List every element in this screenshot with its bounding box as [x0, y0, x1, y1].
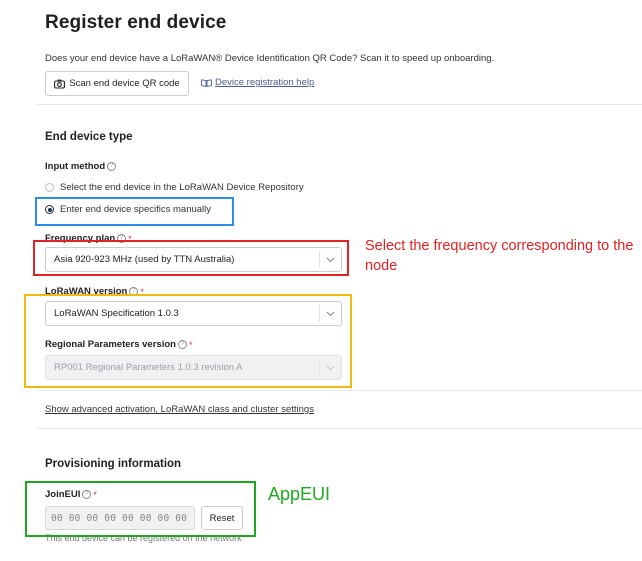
intro-text: Does your end device have a LoRaWAN® Dev…: [45, 53, 495, 64]
frequency-annotation-text: Select the frequency corresponding to th…: [365, 238, 634, 274]
divider: [37, 390, 642, 391]
provisioning-title: Provisioning information: [45, 458, 182, 470]
annotation-box-red: [33, 240, 349, 276]
divider: [37, 428, 642, 429]
help-icon[interactable]: ?: [107, 162, 117, 171]
annotation-box-green: [25, 481, 256, 537]
show-advanced-settings-link[interactable]: Show advanced activation, LoRaWAN class …: [45, 404, 314, 415]
radio-repository[interactable]: Select the end device in the LoRaWAN Dev…: [45, 182, 304, 193]
appeui-annotation-text: AppEUI: [268, 484, 331, 504]
help-link-label: Device registration help: [215, 77, 315, 88]
scan-qr-button[interactable]: Scan end device QR code: [45, 71, 189, 96]
end-device-type-title: End device type: [45, 131, 133, 143]
annotation-box-blue: [35, 197, 234, 226]
input-method-label: Input method ?: [45, 161, 117, 172]
input-method-label-text: Input method: [45, 161, 106, 172]
camera-icon: [54, 79, 66, 89]
scan-qr-label: Scan end device QR code: [69, 78, 180, 89]
annotation-box-yellow: [24, 294, 352, 388]
page-title: Register end device: [45, 12, 227, 33]
divider: [37, 104, 642, 105]
book-icon: [201, 78, 212, 87]
radio-repository-label: Select the end device in the LoRaWAN Dev…: [60, 182, 304, 193]
device-registration-help-link[interactable]: Device registration help: [201, 77, 314, 88]
radio-button-unchecked[interactable]: [45, 183, 54, 192]
